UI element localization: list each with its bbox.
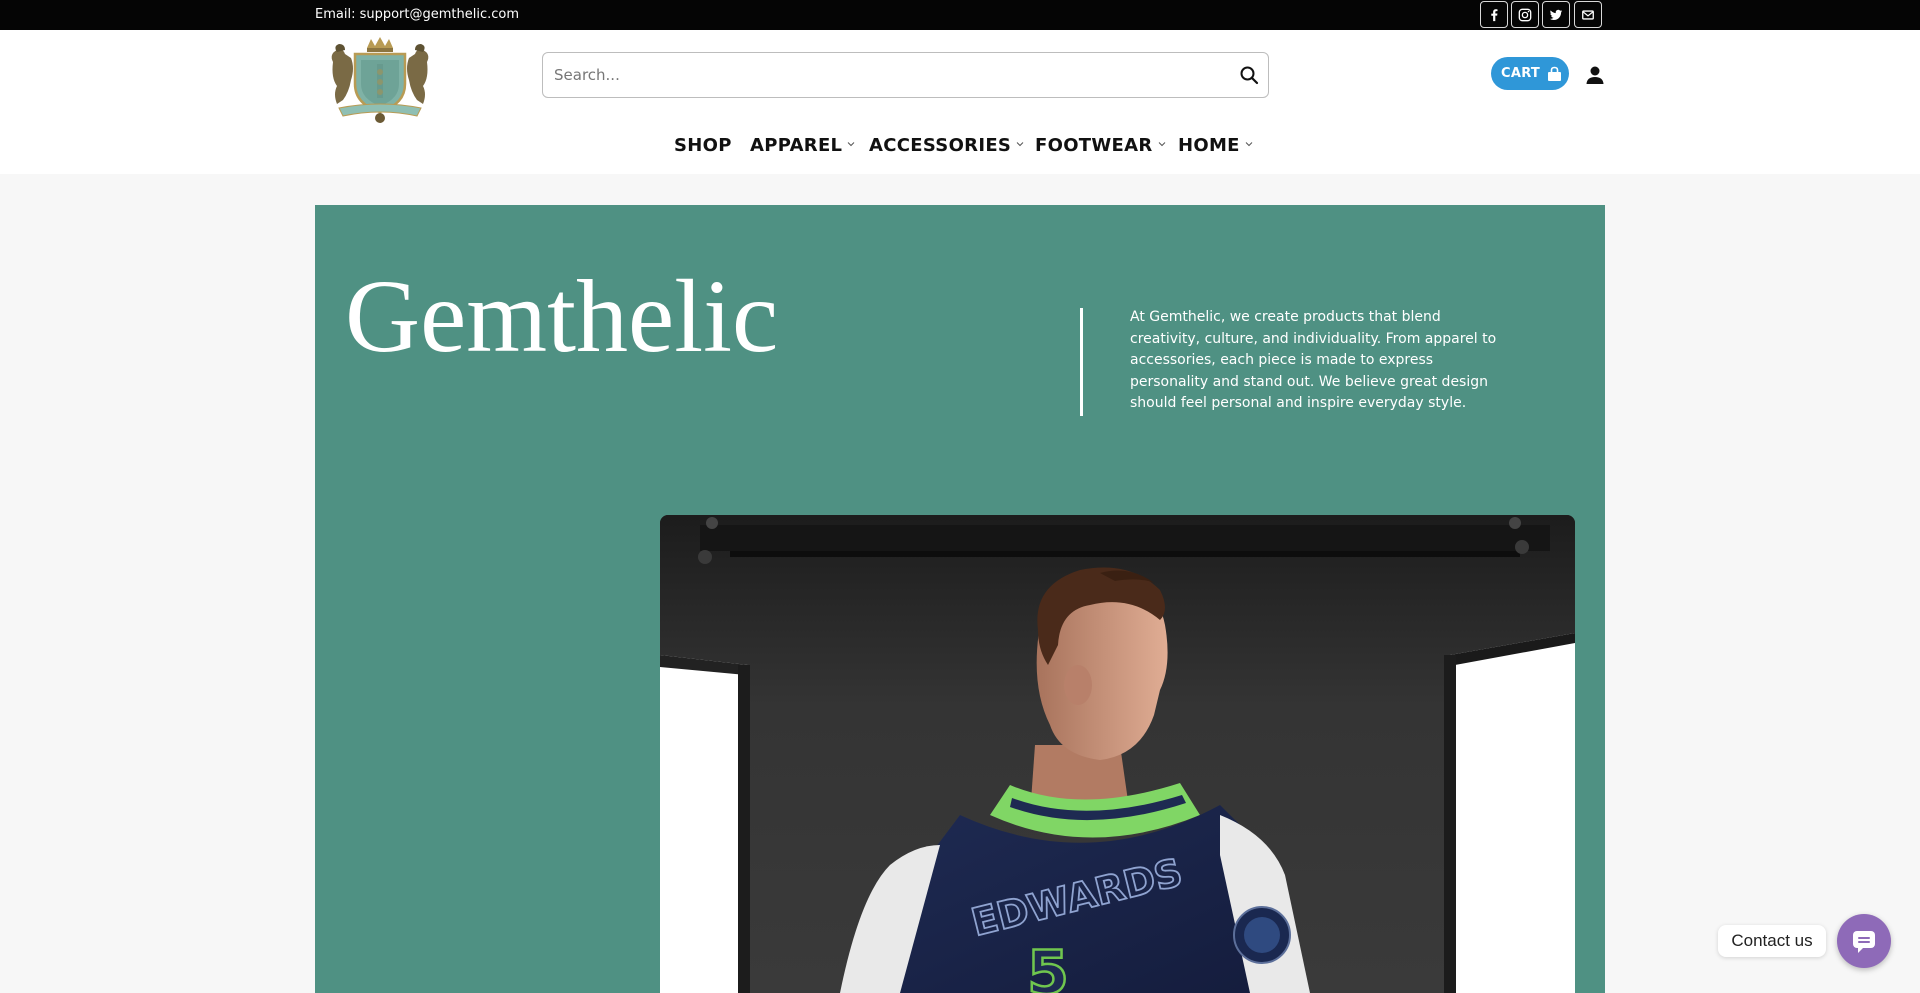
facebook-link[interactable] xyxy=(1480,1,1508,28)
search-icon xyxy=(1240,66,1259,85)
chevron-down-icon xyxy=(1245,142,1253,147)
user-icon xyxy=(1586,66,1604,84)
shopping-bag-icon xyxy=(1548,66,1562,81)
cart-button[interactable]: CART xyxy=(1491,57,1569,90)
nav-item-shop[interactable]: SHOP xyxy=(674,128,732,164)
nav-item-accessories[interactable]: ACCESSORIES xyxy=(869,128,1024,164)
search-box xyxy=(542,52,1269,98)
hero-description: At Gemthelic, we create products that bl… xyxy=(1130,309,1497,411)
nav-item-label: ACCESSORIES xyxy=(869,135,1012,156)
cart-label: CART xyxy=(1501,66,1541,81)
nav-item-label: FOOTWEAR xyxy=(1035,135,1153,156)
search-button[interactable] xyxy=(1238,64,1260,86)
contact-us-button[interactable] xyxy=(1837,914,1891,968)
email-link[interactable] xyxy=(1574,1,1602,28)
hero-photo: EDWARDS 5 xyxy=(660,515,1575,993)
crest-logo-icon xyxy=(331,37,429,123)
instagram-link[interactable] xyxy=(1511,1,1539,28)
nav-item-label: HOME xyxy=(1178,135,1240,156)
contact-us-label[interactable]: Contact us xyxy=(1718,925,1826,957)
nav-item-label: SHOP xyxy=(674,135,732,156)
chevron-down-icon xyxy=(847,142,855,147)
chevron-down-icon xyxy=(1158,142,1165,147)
site-header: CART SHOP APPAREL ACCESSORIES FOOTWEAR H… xyxy=(0,30,1920,174)
hero-divider xyxy=(1080,308,1083,416)
nav-item-label: APPAREL xyxy=(750,135,843,156)
jacket-number: 5 xyxy=(1027,938,1069,993)
facebook-icon xyxy=(1491,8,1498,21)
nav-item-apparel[interactable]: APPAREL xyxy=(750,128,855,164)
account-button[interactable] xyxy=(1584,64,1606,86)
chevron-down-icon xyxy=(1016,142,1024,147)
search-input[interactable] xyxy=(543,53,1203,97)
hero-title: Gemthelic xyxy=(345,259,779,374)
site-logo[interactable] xyxy=(325,34,435,124)
twitter-link[interactable] xyxy=(1542,1,1570,28)
mail-icon xyxy=(1582,9,1594,20)
model-photo-image: EDWARDS 5 xyxy=(660,515,1575,993)
twitter-icon xyxy=(1549,9,1563,20)
support-email[interactable]: Email: support@gemthelic.com xyxy=(315,0,519,30)
instagram-icon xyxy=(1518,8,1532,21)
main-nav: SHOP APPAREL ACCESSORIES FOOTWEAR HOME xyxy=(0,128,1920,164)
chat-icon xyxy=(1853,931,1875,953)
nav-item-home[interactable]: HOME xyxy=(1178,128,1253,164)
nav-item-footwear[interactable]: FOOTWEAR xyxy=(1035,128,1166,164)
top-bar: Email: support@gemthelic.com xyxy=(0,0,1920,30)
